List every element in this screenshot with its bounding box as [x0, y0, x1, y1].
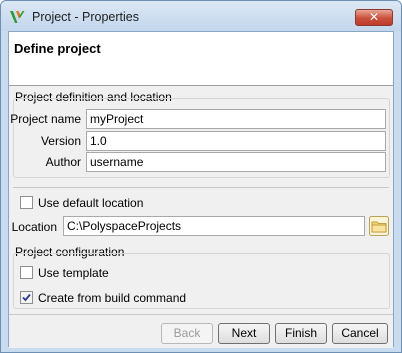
use-template-label: Use template [38, 266, 109, 280]
finish-button[interactable]: Finish [275, 323, 327, 344]
build-command-label: Create from build command [38, 291, 187, 305]
use-template-checkbox[interactable] [20, 266, 33, 279]
dialog-content: Define project Project definition and lo… [8, 31, 394, 348]
title-bar[interactable]: Project - Properties ✕ [1, 1, 401, 31]
button-bar: Back Next Finish Cancel [9, 314, 393, 348]
properties-dialog: Project - Properties ✕ Define project Pr… [0, 0, 402, 353]
location-field[interactable]: C:\PolyspaceProjects [63, 216, 365, 236]
version-label: Version [40, 134, 81, 148]
back-button[interactable]: Back [161, 323, 213, 344]
close-icon: ✕ [368, 10, 380, 24]
author-field[interactable]: username [86, 152, 386, 172]
use-default-location-checkbox[interactable] [20, 196, 33, 209]
page-title: Define project [14, 41, 101, 56]
polyspace-logo-icon [10, 11, 25, 23]
project-name-label: Project name [10, 112, 81, 126]
section-divider [13, 187, 389, 188]
build-command-checkbox[interactable] [20, 291, 33, 304]
close-button[interactable]: ✕ [355, 9, 393, 26]
version-field[interactable]: 1.0 [86, 131, 386, 151]
project-name-field[interactable]: myProject [86, 109, 386, 129]
checkmark-icon [22, 293, 31, 302]
window-title: Project - Properties [32, 10, 139, 24]
page-header: Define project [9, 32, 393, 86]
location-label: Location [11, 220, 57, 234]
folder-icon[interactable] [369, 216, 389, 236]
cancel-button[interactable]: Cancel [332, 323, 388, 344]
use-default-location-label: Use default location [38, 196, 144, 210]
next-button[interactable]: Next [218, 323, 270, 344]
author-label: Author [45, 155, 81, 169]
